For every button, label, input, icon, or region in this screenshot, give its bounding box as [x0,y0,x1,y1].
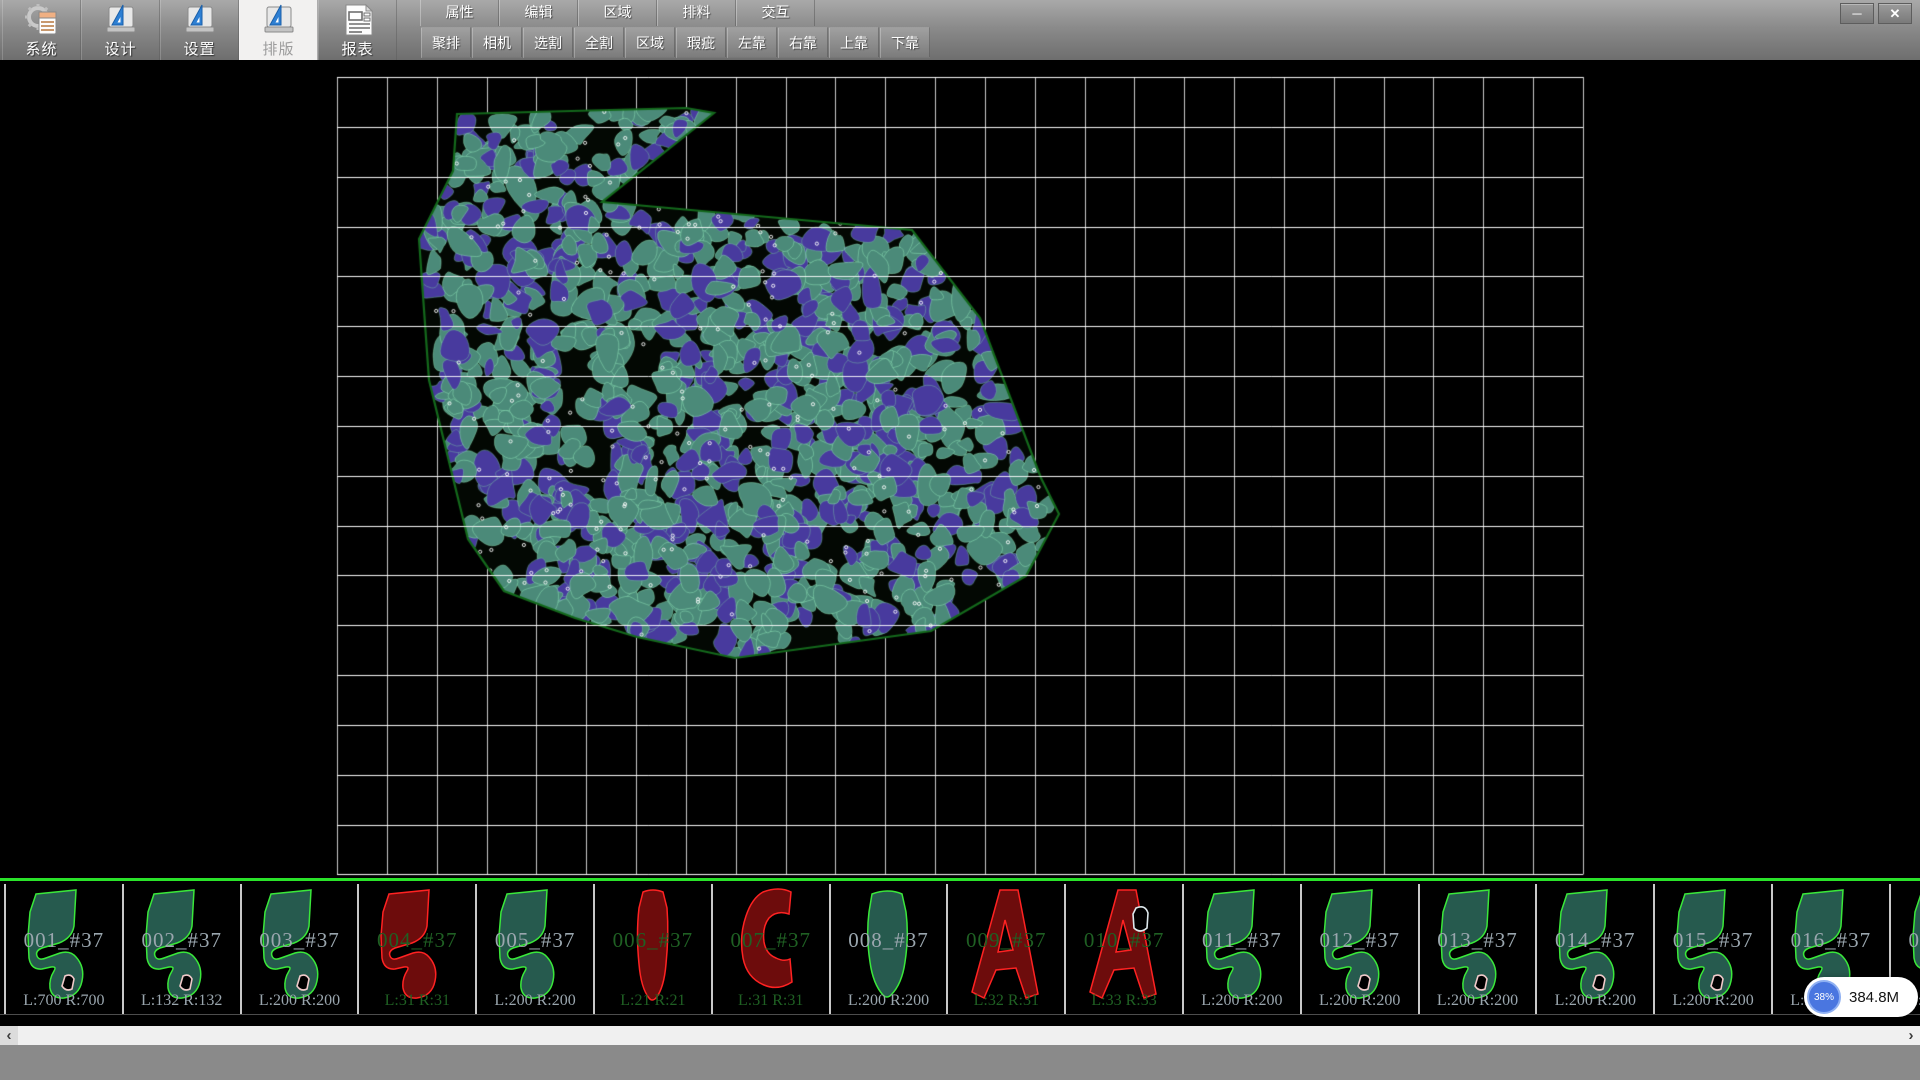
tool-button-10[interactable]: 下靠 [880,27,930,58]
strip-bottom-line [0,1014,1920,1015]
app-mode-label: 系统 [25,38,57,59]
tool-button-1[interactable]: 聚排 [421,27,471,58]
tool-button-7[interactable]: 左靠 [727,27,777,58]
scroll-left-arrow-icon[interactable]: ‹ [0,1026,18,1045]
piece-thumbnail-012_#37[interactable]: 012_#37 L:200 R:200 [1300,884,1418,1014]
menu-tabs-row: 属性编辑区域排料交互 [420,0,815,26]
piece-shape-icon [1072,886,1176,1010]
piece-shape-icon [1661,886,1765,1010]
horizontal-scrollbar[interactable]: ‹ › [0,1026,1920,1045]
app-mode-button-2[interactable]: 设计 [81,0,160,60]
piece-thumbnail-010_#37[interactable]: 010_#37 L:33 R:33 [1064,884,1182,1014]
piece-thumbnail-007_#37[interactable]: 007_#37 L:31 R:31 [711,884,829,1014]
piece-thumbnail-002_#37[interactable]: 002_#37 L:132 R:132 [122,884,240,1014]
nesting-workspace-canvas[interactable] [0,60,1920,881]
piece-shape-icon [1425,886,1529,1010]
app-mode-label: 设计 [104,38,136,59]
piece-shape-icon [1543,886,1647,1010]
piece-thumbnail-013_#37[interactable]: 013_#37 L:200 R:200 [1418,884,1536,1014]
piece-shape-icon [130,886,234,1010]
tool-buttons-row: 聚排相机选割全割区域瑕疵左靠右靠上靠下靠 [421,27,931,59]
piece-shape-icon [1190,886,1294,1010]
piece-shape-icon [954,886,1058,1010]
progress-circle: 38% [1807,980,1841,1014]
close-button[interactable]: ✕ [1878,3,1912,24]
design-ruler-icon [103,3,139,37]
menu-tab-3[interactable]: 区域 [578,0,657,26]
progress-percent: 38% [1814,992,1834,1003]
piece-shape-icon [1308,886,1412,1010]
piece-thumbnail-003_#37[interactable]: 003_#37 L:200 R:200 [240,884,358,1014]
piece-shape-icon [836,886,940,1010]
ribbon-toolbar: 系统 设计 设置 排版 报表 属性编辑区域排料交互 聚排相机选割全割区域瑕疵左靠… [0,0,1920,61]
memory-status-pill: 38% 384.8M [1804,977,1918,1017]
nesting-ruler-icon [261,3,297,37]
system-gear-icon [24,3,60,37]
piece-shape-icon [719,886,823,1010]
app-mode-button-1[interactable]: 系统 [2,0,81,60]
app-mode-buttons: 系统 设计 设置 排版 报表 [2,0,397,60]
piece-shape-icon [601,886,705,1010]
piece-thumbnail-014_#37[interactable]: 014_#37 L:200 R:200 [1535,884,1653,1014]
piece-shape-icon [365,886,469,1010]
piece-thumbnail-001_#37[interactable]: 001_#37 L:700 R:700 [4,884,122,1014]
menu-tab-1[interactable]: 属性 [420,0,499,26]
piece-shape-icon [247,886,351,1010]
app-mode-label: 报表 [341,38,373,59]
piece-thumbnail-015_#37[interactable]: 015_#37 L:200 R:200 [1653,884,1771,1014]
menu-tab-5[interactable]: 交互 [736,0,815,26]
piece-thumbnail-008_#37[interactable]: 008_#37 L:200 R:200 [829,884,947,1014]
tool-button-6[interactable]: 瑕疵 [676,27,726,58]
status-bar [0,1045,1920,1080]
tool-button-9[interactable]: 上靠 [829,27,879,58]
settings-ruler-icon [182,3,218,37]
tool-button-2[interactable]: 相机 [472,27,522,58]
piece-thumbnail-strip: 001_#37 L:700 R:700 002_#37 L:132 R:132 … [0,881,1920,1026]
minimize-button[interactable]: ─ [1840,3,1874,24]
tool-button-4[interactable]: 全割 [574,27,624,58]
menu-tab-2[interactable]: 编辑 [499,0,578,26]
application-window: 系统 设计 设置 排版 报表 属性编辑区域排料交互 聚排相机选割全割区域瑕疵左靠… [0,0,1920,1080]
piece-thumbnail-004_#37[interactable]: 004_#37 L:31 R:31 [357,884,475,1014]
report-doc-icon [340,3,376,37]
tool-button-5[interactable]: 区域 [625,27,675,58]
memory-usage-label: 384.8M [1849,989,1899,1006]
menu-tab-4[interactable]: 排料 [657,0,736,26]
app-mode-button-4[interactable]: 排版 [239,0,318,60]
window-controls: ─ ✕ [1840,3,1912,24]
piece-thumbnail-011_#37[interactable]: 011_#37 L:200 R:200 [1182,884,1300,1014]
piece-thumbnail-005_#37[interactable]: 005_#37 L:200 R:200 [475,884,593,1014]
piece-shape-icon [483,886,587,1010]
tool-button-3[interactable]: 选割 [523,27,573,58]
piece-thumbnail-006_#37[interactable]: 006_#37 L:21 R:21 [593,884,711,1014]
tool-button-8[interactable]: 右靠 [778,27,828,58]
piece-thumbnail-009_#37[interactable]: 009_#37 L:32 R:31 [946,884,1064,1014]
app-mode-label: 设置 [183,38,215,59]
app-mode-button-3[interactable]: 设置 [160,0,239,60]
piece-shape-icon [12,886,116,1010]
app-mode-label: 排版 [262,38,294,59]
scroll-right-arrow-icon[interactable]: › [1902,1026,1920,1045]
app-mode-button-5[interactable]: 报表 [318,0,397,60]
